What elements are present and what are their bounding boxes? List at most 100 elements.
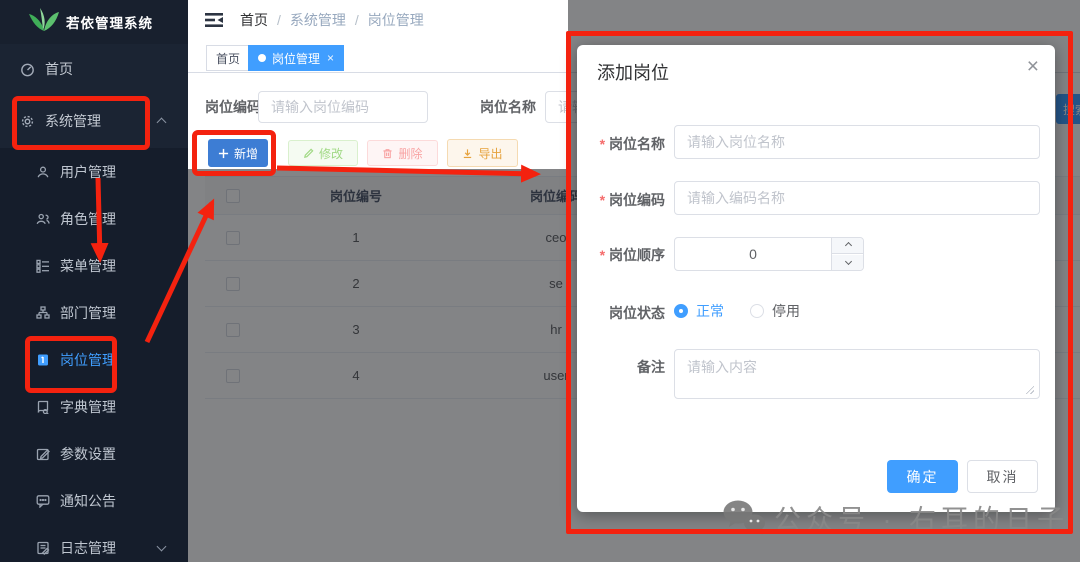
edit-square-icon [36,447,50,461]
sidebar-item-departments[interactable]: 部门管理 [0,289,188,336]
watermark: 公众号 · 右耳的日子 [722,498,1069,537]
post-order-label: 岗位顺序 [577,245,665,265]
sidebar-item-posts[interactable]: 岗位管理 [0,336,188,383]
delete-button-label: 删除 [398,145,422,162]
sidebar-item-label: 参数设置 [60,444,116,464]
export-button-label: 导出 [478,145,502,162]
add-post-dialog: 添加岗位 × 岗位名称 岗位编码 岗位顺序 0 岗位状态 正常 [577,45,1055,512]
sidebar-collapse-icon[interactable] [203,9,225,31]
sidebar-item-label: 日志管理 [60,538,116,558]
radio-selected-icon [674,304,688,318]
tab-home[interactable]: 首页 [206,45,250,71]
sidebar-item-menus[interactable]: 菜单管理 [0,242,188,289]
sidebar-item-notices[interactable]: 通知公告 [0,477,188,524]
remark-textarea[interactable] [674,349,1040,399]
export-button[interactable]: 导出 [447,139,518,167]
add-button[interactable]: 新增 [208,139,268,167]
delete-button[interactable]: 删除 [367,140,438,166]
sidebar-item-system[interactable]: 系统管理 [0,94,188,148]
decrease-button[interactable] [832,255,863,270]
radio-normal[interactable]: 正常 [674,301,724,321]
radio-label: 正常 [696,301,724,321]
chevron-down-icon [157,542,167,552]
app-logo: 若依管理系统 [0,0,188,44]
search-code-label: 岗位编码 [205,91,261,123]
edit-button[interactable]: 修改 [288,140,358,166]
post-code-label: 岗位编码 [577,190,665,210]
breadcrumb: 首页 / 系统管理 / 岗位管理 [240,0,424,40]
modal-backdrop [188,169,568,562]
radio-label: 停用 [772,301,800,321]
radio-unselected-icon [750,304,764,318]
leaf-logo-icon [28,7,60,38]
add-button-label: 新增 [234,145,258,162]
sidebar-item-label: 字典管理 [60,397,116,417]
sidebar-item-label: 系统管理 [45,111,101,131]
search-name-label: 岗位名称 [480,91,536,123]
post-code-input[interactable] [674,181,1040,215]
sidebar-item-users[interactable]: 用户管理 [0,148,188,195]
breadcrumb-separator: / [355,12,359,28]
watermark-text: 公众号 · 右耳的日子 [774,498,1069,537]
cancel-button[interactable]: 取消 [967,460,1038,493]
active-dot-icon [258,54,266,62]
download-icon [462,148,473,159]
message-icon [36,494,50,508]
remark-label: 备注 [577,357,665,377]
sidebar: 若依管理系统 首页 系统管理 [0,0,188,562]
plus-icon [218,148,229,159]
stepper-controls [831,238,863,270]
app-title: 若依管理系统 [66,12,153,32]
sidebar-item-label: 岗位管理 [60,350,116,370]
tab-post-management[interactable]: 岗位管理 × [248,45,344,71]
trash-icon [382,148,393,159]
confirm-button[interactable]: 确定 [887,460,958,493]
wechat-icon [722,499,766,536]
user-icon [36,165,50,179]
log-icon [36,541,50,555]
tab-label: 首页 [216,50,240,67]
breadcrumb-home[interactable]: 首页 [240,10,268,30]
post-order-value[interactable]: 0 [675,238,831,270]
post-status-radio-group: 正常 停用 [674,301,800,321]
edit-button-label: 修改 [319,145,343,162]
tab-label: 岗位管理 [272,50,320,67]
radio-disabled[interactable]: 停用 [750,301,800,321]
dashboard-icon [20,62,35,77]
sidebar-item-dictionary[interactable]: 字典管理 [0,383,188,430]
post-status-label: 岗位状态 [577,303,665,323]
sidebar-item-label: 部门管理 [60,303,116,323]
dict-icon [36,400,50,414]
app-window: 若依管理系统 首页 系统管理 [0,0,1080,562]
sidebar-item-roles[interactable]: 角色管理 [0,195,188,242]
dialog-title: 添加岗位 [597,59,669,85]
breadcrumb-separator: / [277,12,281,28]
breadcrumb-system[interactable]: 系统管理 [290,10,346,30]
tab-close-icon[interactable]: × [327,51,334,65]
close-icon[interactable]: × [1027,55,1039,79]
breadcrumb-current: 岗位管理 [368,10,424,30]
sidebar-item-label: 首页 [45,59,73,79]
gear-icon [20,114,35,129]
org-icon [36,306,50,320]
pencil-icon [303,148,314,159]
post-name-label: 岗位名称 [577,134,665,154]
sidebar-item-label: 通知公告 [60,491,116,511]
sidebar-submenu: 用户管理 角色管理 菜单管理 [0,148,188,562]
sidebar-item-label: 菜单管理 [60,256,116,276]
chevron-down-icon [844,258,851,265]
post-name-input[interactable] [674,125,1040,159]
sidebar-item-label: 用户管理 [60,162,116,182]
sidebar-item-parameters[interactable]: 参数设置 [0,430,188,477]
sidebar-item-home[interactable]: 首页 [0,44,188,94]
post-order-stepper[interactable]: 0 [674,237,864,271]
chevron-up-icon [157,118,167,128]
increase-button[interactable] [832,238,863,254]
users-icon [36,212,50,226]
search-code-input[interactable] [258,91,428,123]
badge-icon [36,353,50,367]
sidebar-item-logs[interactable]: 日志管理 [0,524,188,562]
sidebar-item-label: 角色管理 [60,209,116,229]
chevron-up-icon [844,242,851,249]
menu-tree-icon [36,259,50,273]
